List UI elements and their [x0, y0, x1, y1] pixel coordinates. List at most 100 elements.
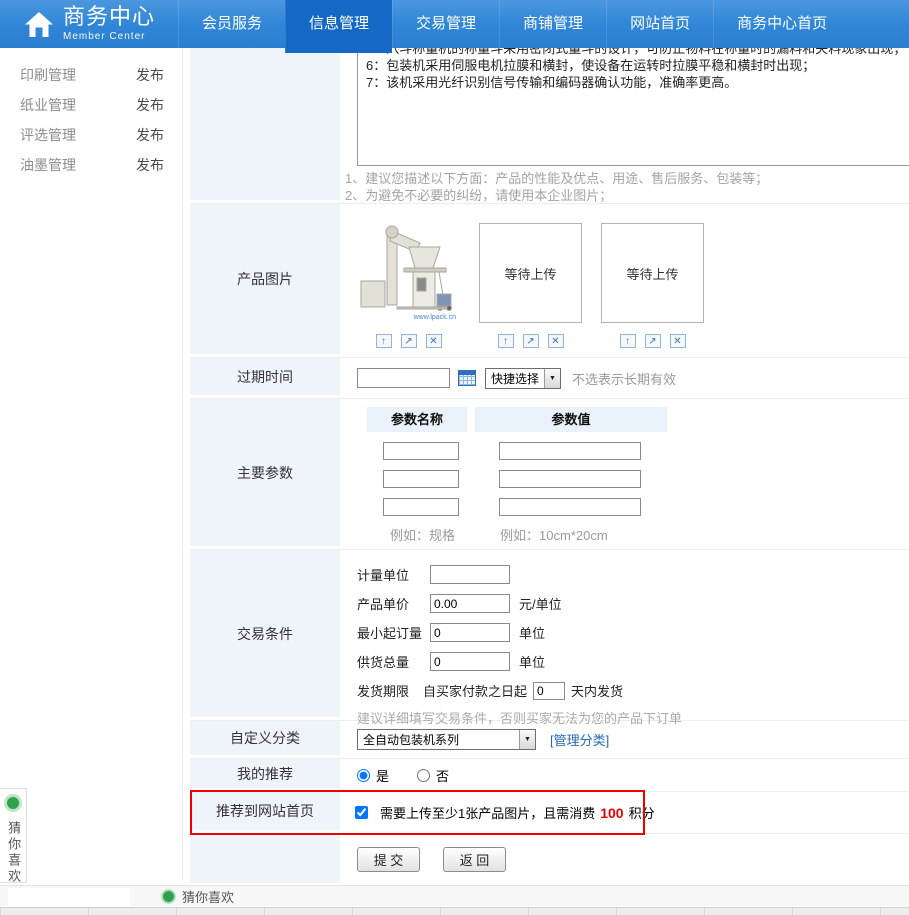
- logo-title: 商务中心: [63, 6, 155, 28]
- chevron-down-icon: ▼: [544, 369, 560, 388]
- manage-category-link[interactable]: [管理分类]: [550, 730, 609, 749]
- min-order-suffix: 单位: [519, 623, 545, 642]
- sidebar-item-review[interactable]: 评选管理 发布: [0, 120, 182, 150]
- expiry-date-input[interactable]: [357, 368, 450, 388]
- delete-icon[interactable]: ✕: [670, 334, 686, 348]
- homepage-recommend-checkbox[interactable]: [355, 806, 368, 819]
- param-name-header: 参数名称: [367, 407, 467, 432]
- supply-total-input[interactable]: [430, 652, 510, 671]
- expiry-label: 过期时间: [190, 358, 340, 398]
- unit-input[interactable]: [430, 565, 510, 584]
- param-value-header: 参数值: [475, 407, 667, 432]
- sidebar-item-label[interactable]: 评选管理: [20, 120, 76, 150]
- tab-info-management[interactable]: 信息管理: [285, 0, 392, 53]
- tab-member-center-home[interactable]: 商务中心首页: [713, 0, 850, 48]
- delete-icon[interactable]: ✕: [548, 334, 564, 348]
- param-name-example: 例如：规格: [390, 525, 455, 544]
- product-photo[interactable]: www.lpack.cn: [357, 223, 460, 323]
- sidebar-item-label[interactable]: 纸业管理: [20, 90, 76, 120]
- upload-placeholder-box[interactable]: 等待上传: [601, 223, 704, 323]
- footer-guess-label: 猜你喜欢: [182, 887, 234, 906]
- upload-icon[interactable]: ↑: [376, 334, 392, 348]
- recommend-label: 我的推荐: [190, 759, 340, 791]
- preview-icon[interactable]: ↗: [645, 334, 661, 348]
- min-order-input[interactable]: [430, 623, 510, 642]
- row-trade-conditions: 交易条件 计量单位 产品单价 元/单位 最小起订量 单位: [190, 550, 909, 721]
- row-product-images: 产品图片: [190, 204, 909, 358]
- calendar-icon[interactable]: [458, 370, 476, 386]
- min-order-label: 最小起订量: [357, 623, 430, 642]
- home-icon: [24, 11, 54, 38]
- back-button[interactable]: 返 回: [443, 847, 506, 872]
- delivery-suffix: 天内发货: [571, 681, 623, 700]
- tab-member-service[interactable]: 会员服务: [178, 0, 285, 48]
- main-nav: 会员服务 信息管理 交易管理 商铺管理 网站首页 商务中心首页: [178, 0, 850, 48]
- footer-guess-you-like[interactable]: 猜你喜欢: [163, 886, 234, 907]
- description-textarea[interactable]: 5：八斗称量机的称量斗采用密闭式量斗的设计，可防止物料在称量时的漏料和夹料现象出…: [357, 36, 909, 166]
- hint-line: 2、为避免不必要的纠纷，请使用本企业图片；: [345, 187, 768, 204]
- row-category: 自定义分类 全自动包装机系列 ▼ [管理分类]: [190, 721, 909, 759]
- preview-icon[interactable]: ↗: [523, 334, 539, 348]
- recommend-no-radio[interactable]: [417, 769, 430, 782]
- image-slot-3: 等待上传 ↑ ↗ ✕: [601, 223, 704, 348]
- category-dropdown[interactable]: 全自动包装机系列 ▼: [357, 729, 536, 750]
- param-value-input-1[interactable]: [499, 442, 641, 460]
- price-label: 产品单价: [357, 594, 430, 613]
- green-dot-icon: [163, 891, 174, 902]
- unit-label: 计量单位: [357, 565, 430, 584]
- param-name-input-1[interactable]: [383, 442, 459, 460]
- photo-watermark: www.lpack.cn: [413, 314, 457, 321]
- trade-label: 交易条件: [190, 550, 340, 720]
- sidebar-item-label[interactable]: 印刷管理: [20, 60, 76, 90]
- row-description: 5：八斗称量机的称量斗采用密闭式量斗的设计，可防止物料在称量时的漏料和夹料现象出…: [190, 48, 909, 204]
- submit-button[interactable]: 提 交: [357, 847, 420, 872]
- sidebar-publish-link[interactable]: 发布: [136, 60, 164, 90]
- category-label: 自定义分类: [190, 721, 340, 758]
- sidebar-item-ink[interactable]: 油墨管理 发布: [0, 150, 182, 180]
- logo[interactable]: 商务中心 Member Center: [0, 0, 178, 48]
- quick-select-value: 快捷选择: [491, 370, 539, 387]
- tab-trade-management[interactable]: 交易管理: [392, 0, 499, 48]
- price-input[interactable]: [430, 594, 510, 613]
- supply-total-suffix: 单位: [519, 652, 545, 671]
- upload-icon[interactable]: ↑: [498, 334, 514, 348]
- row-buttons: 提 交 返 回: [190, 834, 909, 886]
- quick-select-dropdown[interactable]: 快捷选择 ▼: [485, 368, 561, 389]
- clipped-bottom-row: [0, 907, 909, 915]
- hint-line: 1、建议您描述以下方面：产品的性能及优点、用途、售后服务、包装等；: [345, 170, 768, 187]
- upload-placeholder-box[interactable]: 等待上传: [479, 223, 582, 323]
- delivery-days-input[interactable]: [533, 682, 565, 700]
- description-label-cell: [190, 48, 340, 203]
- green-dot-icon: [7, 797, 19, 809]
- tab-site-home[interactable]: 网站首页: [606, 0, 713, 48]
- description-hints: 1、建议您描述以下方面：产品的性能及优点、用途、售后服务、包装等； 2、为避免不…: [345, 170, 768, 204]
- supply-total-label: 供货总量: [357, 652, 430, 671]
- guess-you-like-tab[interactable]: 猜你喜欢: [0, 788, 27, 883]
- logo-text: 商务中心 Member Center: [63, 6, 155, 42]
- recommend-no-label: 否: [436, 766, 449, 785]
- preview-icon[interactable]: ↗: [401, 334, 417, 348]
- sidebar-item-paper[interactable]: 纸业管理 发布: [0, 90, 182, 120]
- sidebar-publish-link[interactable]: 发布: [136, 120, 164, 150]
- delete-icon[interactable]: ✕: [426, 334, 442, 348]
- product-form: 5：八斗称量机的称量斗采用密闭式量斗的设计，可防止物料在称量时的漏料和夹料现象出…: [190, 48, 909, 886]
- params-label: 主要参数: [190, 399, 340, 549]
- sidebar-item-print[interactable]: 印刷管理 发布: [0, 60, 182, 90]
- guess-you-like-vertical-label: 猜你喜欢: [6, 821, 20, 885]
- description-line: 6：包装机采用伺服电机拉膜和横封，使设备在运转时拉膜平稳和横封时出现；: [366, 57, 909, 74]
- row-my-recommend: 我的推荐 是 否: [190, 759, 909, 792]
- param-value-input-2[interactable]: [499, 470, 641, 488]
- description-line: 7：该机采用光纤识别信号传输和编码器确认功能，准确率更高。: [366, 74, 909, 91]
- homepage-text-after: 积分: [629, 803, 655, 822]
- upload-icon[interactable]: ↑: [620, 334, 636, 348]
- recommend-yes-radio[interactable]: [357, 769, 370, 782]
- footer-white-box: [8, 888, 130, 906]
- param-value-input-3[interactable]: [499, 498, 641, 516]
- row-expiry: 过期时间 快捷选择 ▼ 不选表示长期有效: [190, 358, 909, 399]
- tab-shop-management[interactable]: 商铺管理: [499, 0, 606, 48]
- sidebar-publish-link[interactable]: 发布: [136, 90, 164, 120]
- sidebar-publish-link[interactable]: 发布: [136, 150, 164, 180]
- sidebar-item-label[interactable]: 油墨管理: [20, 150, 76, 180]
- param-name-input-2[interactable]: [383, 470, 459, 488]
- param-name-input-3[interactable]: [383, 498, 459, 516]
